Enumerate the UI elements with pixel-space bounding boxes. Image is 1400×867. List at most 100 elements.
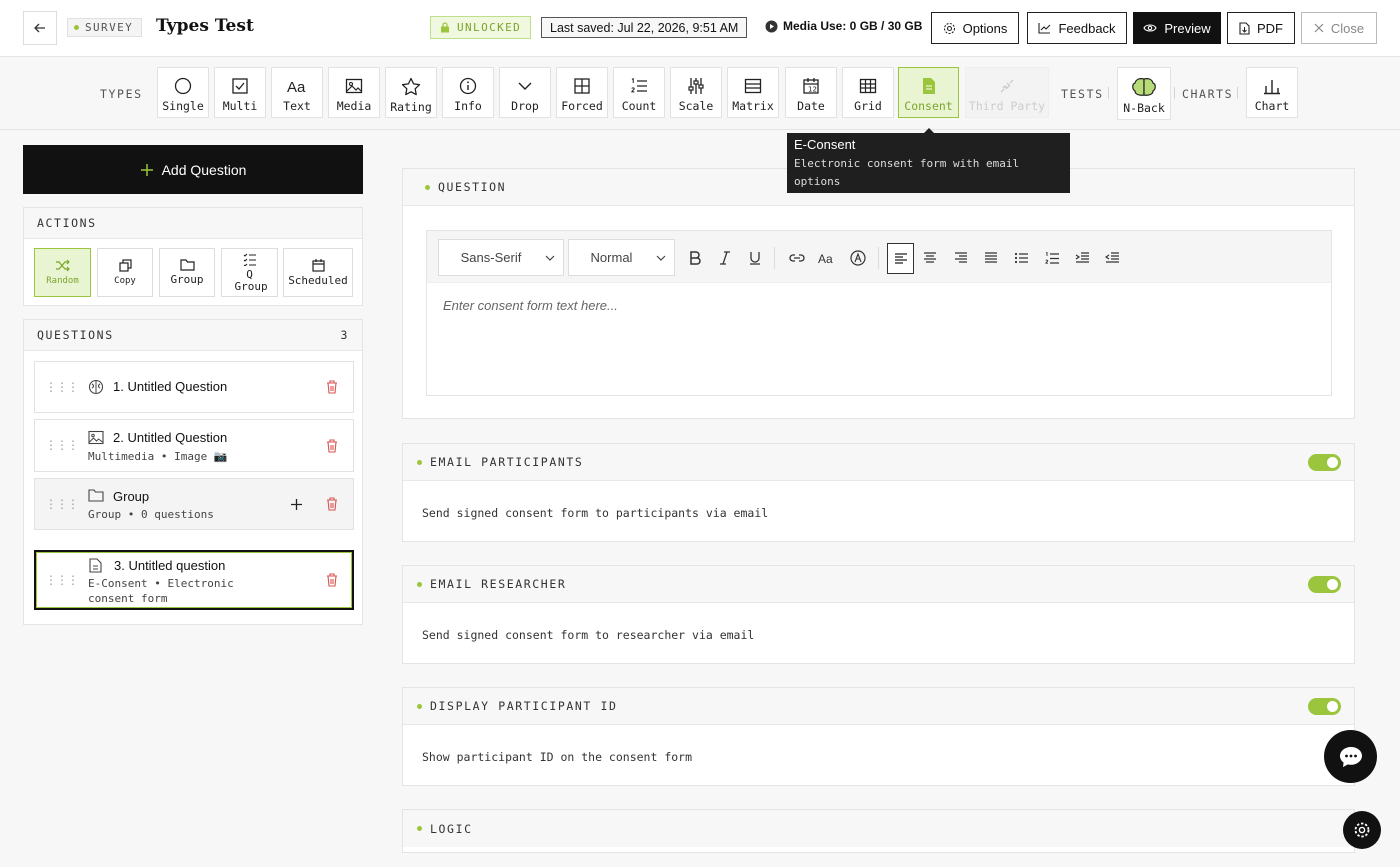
display-participant-id-toggle[interactable] bbox=[1308, 698, 1341, 715]
type-single-button[interactable]: Single bbox=[157, 67, 209, 118]
link-button[interactable] bbox=[784, 245, 810, 271]
underline-button[interactable] bbox=[742, 245, 768, 271]
section-dot bbox=[425, 184, 430, 190]
indent-button[interactable] bbox=[1069, 245, 1095, 271]
plus-icon[interactable] bbox=[290, 498, 303, 511]
last-saved-status: Last saved: Jul 22, 2026, 9:51 AM bbox=[541, 17, 748, 38]
unlocked-badge[interactable]: UNLOCKED bbox=[430, 16, 532, 39]
types-label: TYPES bbox=[100, 87, 143, 101]
questions-count: 3 bbox=[340, 328, 349, 342]
question-title: 3. Untitled question bbox=[114, 558, 226, 573]
feedback-button[interactable]: Feedback bbox=[1027, 12, 1127, 44]
question-card-title: QUESTION bbox=[438, 180, 507, 194]
trash-icon[interactable] bbox=[326, 439, 338, 453]
align-center-button[interactable] bbox=[917, 245, 943, 271]
font-family-select[interactable]: Sans-Serif bbox=[438, 239, 564, 276]
type-count-button[interactable]: Count bbox=[613, 67, 665, 118]
type-label: Media bbox=[336, 99, 372, 113]
email-participants-toggle[interactable] bbox=[1308, 454, 1341, 471]
drag-handle-icon[interactable]: ⋮⋮⋮ bbox=[45, 573, 79, 587]
bullet-list-button[interactable] bbox=[1008, 245, 1034, 271]
type-drop-button[interactable]: Drop bbox=[499, 67, 551, 118]
type-consent-button[interactable]: Consent bbox=[898, 67, 959, 118]
font-size-select[interactable]: Normal bbox=[568, 239, 675, 276]
display-participant-id-card: DISPLAY PARTICIPANT ID Show participant … bbox=[402, 687, 1355, 786]
italic-button[interactable] bbox=[712, 245, 738, 271]
image-icon bbox=[345, 78, 363, 94]
preview-button[interactable]: Preview bbox=[1133, 12, 1221, 44]
type-multi-button[interactable]: Multi bbox=[214, 67, 266, 118]
type-media-button[interactable]: Media bbox=[328, 67, 380, 118]
chat-button[interactable] bbox=[1324, 730, 1377, 783]
plug-icon bbox=[1000, 79, 1014, 93]
settings-fab-button[interactable] bbox=[1343, 811, 1381, 849]
action-copy-button[interactable]: Copy bbox=[97, 248, 153, 297]
outdent-button[interactable] bbox=[1099, 245, 1125, 271]
divider bbox=[878, 247, 879, 269]
calendar-icon bbox=[311, 258, 325, 272]
trash-icon[interactable] bbox=[326, 497, 338, 511]
type-label: Info bbox=[454, 99, 482, 113]
question-item[interactable]: ⋮⋮⋮ 2. Untitled Question Multimedia • Im… bbox=[34, 419, 354, 472]
action-label: Copy bbox=[114, 275, 136, 286]
consent-text-editor[interactable]: Enter consent form text here... bbox=[443, 298, 618, 313]
highlight-button[interactable] bbox=[845, 245, 871, 271]
bold-button[interactable] bbox=[682, 245, 708, 271]
underline-icon bbox=[750, 252, 760, 265]
top-header: SURVEY Types Test UNLOCKED Last saved: J… bbox=[0, 0, 1400, 57]
drag-handle-icon[interactable]: ⋮⋮⋮ bbox=[45, 497, 79, 511]
drag-handle-icon[interactable]: ⋮⋮⋮ bbox=[45, 380, 79, 394]
trash-icon[interactable] bbox=[326, 380, 338, 394]
section-header[interactable]: LOGIC bbox=[403, 810, 1354, 847]
text-size-button[interactable]: Aa bbox=[814, 245, 840, 271]
pdf-button[interactable]: PDF bbox=[1227, 12, 1295, 44]
action-label: Q Group bbox=[234, 267, 268, 293]
divider bbox=[1237, 87, 1238, 99]
align-justify-button[interactable] bbox=[978, 245, 1004, 271]
font-size-value: Normal bbox=[590, 250, 633, 265]
type-scale-button[interactable]: Scale bbox=[670, 67, 722, 118]
type-text-button[interactable]: Aa Text bbox=[271, 67, 323, 118]
back-button[interactable] bbox=[23, 11, 57, 45]
type-rating-button[interactable]: Rating bbox=[385, 67, 437, 118]
type-grid-button[interactable]: Grid bbox=[842, 67, 894, 118]
action-q-group-button[interactable]: Q Group bbox=[221, 248, 278, 297]
numbered-list-button[interactable] bbox=[1039, 245, 1065, 271]
options-button[interactable]: Options bbox=[931, 12, 1019, 44]
question-item[interactable]: ⋮⋮⋮ 1. Untitled Question bbox=[34, 361, 354, 413]
action-random-button[interactable]: Random bbox=[34, 248, 91, 297]
action-label: Random bbox=[46, 275, 79, 286]
type-matrix-button[interactable]: Matrix bbox=[727, 67, 779, 118]
close-button[interactable]: Close bbox=[1301, 12, 1377, 44]
email-researcher-toggle[interactable] bbox=[1308, 576, 1341, 593]
chart-button[interactable]: Chart bbox=[1246, 67, 1298, 118]
arrow-left-icon bbox=[34, 23, 45, 33]
question-subtitle: Multimedia • Image 📷 bbox=[88, 450, 228, 463]
group-item[interactable]: ⋮⋮⋮ Group Group • 0 questions bbox=[34, 478, 354, 530]
type-forced-button[interactable]: Forced bbox=[556, 67, 608, 118]
question-subtitle: E-Consent • Electronic consent form bbox=[88, 577, 234, 605]
actions-title: ACTIONS bbox=[37, 216, 97, 230]
feedback-label: Feedback bbox=[1058, 20, 1116, 36]
question-item-selected[interactable]: ⋮⋮⋮ 3. Untitled question E-Consent • Ele… bbox=[34, 550, 354, 610]
type-date-button[interactable]: 12 Date bbox=[785, 67, 837, 118]
lock-icon bbox=[441, 22, 449, 33]
survey-badge: SURVEY bbox=[67, 18, 143, 37]
bar-chart-icon bbox=[1264, 80, 1280, 95]
action-group-button[interactable]: Group bbox=[159, 248, 215, 297]
test-nback-button[interactable]: N-Back bbox=[1117, 67, 1171, 120]
align-left-icon bbox=[894, 252, 907, 264]
section-description: Send signed consent form to participants… bbox=[422, 506, 769, 520]
status-dot bbox=[74, 25, 79, 30]
type-label: Drop bbox=[511, 99, 539, 113]
section-dot bbox=[417, 459, 422, 465]
drag-handle-icon[interactable]: ⋮⋮⋮ bbox=[45, 438, 79, 452]
options-label: Options bbox=[962, 20, 1008, 36]
trash-icon[interactable] bbox=[326, 573, 338, 587]
type-info-button[interactable]: Info bbox=[442, 67, 494, 118]
align-left-button[interactable] bbox=[887, 243, 914, 274]
align-right-button[interactable] bbox=[948, 245, 974, 271]
highlight-icon bbox=[850, 250, 866, 266]
add-question-button[interactable]: Add Question bbox=[23, 145, 363, 194]
action-scheduled-button[interactable]: Scheduled bbox=[283, 248, 353, 297]
